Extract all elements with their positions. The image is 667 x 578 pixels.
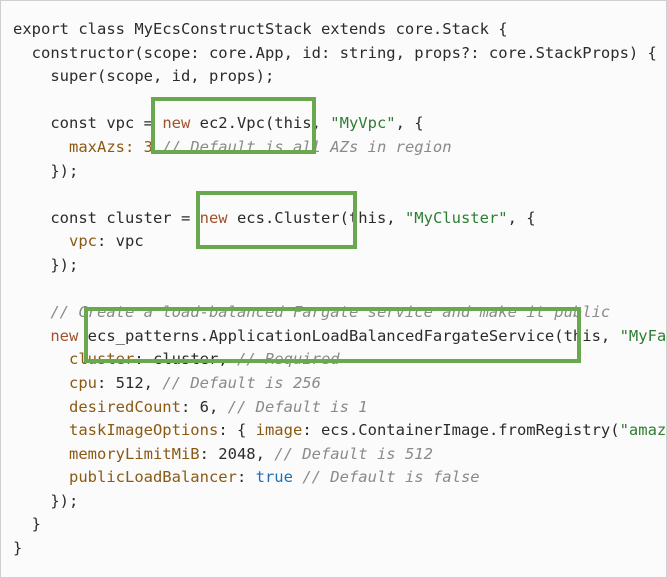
code-line: publicLoadBalancer: true // Default is f… bbox=[13, 466, 666, 490]
code-token: cpu bbox=[13, 373, 97, 392]
code-line: } bbox=[13, 537, 666, 561]
code-token: memoryLimitMiB bbox=[13, 444, 200, 463]
code-token: } bbox=[13, 515, 41, 534]
highlight-box-cluster bbox=[196, 191, 357, 249]
code-token: super(scope, id, props); bbox=[13, 67, 275, 86]
code-token: // Default is false bbox=[302, 468, 480, 487]
code-token: true bbox=[255, 468, 293, 487]
code-token: , { bbox=[395, 114, 424, 133]
code-token: : bbox=[236, 468, 256, 487]
code-line: const vpc = new ec2.Vpc(this, "MyVpc", { bbox=[13, 112, 666, 136]
code-token: "MyCluster" bbox=[404, 208, 508, 227]
code-token: "MyFargateService" bbox=[619, 326, 667, 345]
code-token: export class MyEcsConstructStack extends… bbox=[13, 20, 508, 38]
code-snippet-frame: export class MyEcsConstructStack extends… bbox=[0, 0, 667, 578]
code-token: : 2048, bbox=[199, 444, 275, 463]
code-token: "amazon/amazon-ecs-sample" bbox=[619, 421, 667, 440]
code-line: taskImageOptions: { image: ecs.Container… bbox=[13, 419, 666, 443]
code-line: desiredCount: 6, // Default is 1 bbox=[13, 396, 666, 420]
code-line: } bbox=[13, 513, 666, 537]
code-line: cpu: 512, // Default is 256 bbox=[13, 372, 666, 396]
code-token: // Default is 256 bbox=[162, 373, 321, 392]
code-token: desiredCount bbox=[13, 397, 181, 416]
code-token: , { bbox=[507, 208, 536, 227]
code-token: vpc bbox=[13, 232, 97, 251]
code-line: memoryLimitMiB: 2048, // Default is 512 bbox=[13, 443, 666, 467]
code-token: : 6, bbox=[180, 397, 228, 416]
code-token: const vpc = bbox=[13, 114, 163, 133]
code-line: }); bbox=[13, 254, 666, 278]
code-line: export class MyEcsConstructStack extends… bbox=[13, 18, 666, 42]
code-token: maxAzs: 3 bbox=[13, 137, 163, 156]
code-token: : ecs.ContainerImage.fromRegistry( bbox=[302, 421, 620, 440]
code-token: new bbox=[50, 326, 79, 345]
code-line: }); bbox=[13, 160, 666, 184]
code-token: } bbox=[13, 539, 23, 558]
code-token: taskImageOptions bbox=[13, 421, 219, 440]
code-line: maxAzs: 3 // Default is all AZs in regio… bbox=[13, 136, 666, 160]
code-token: : { bbox=[218, 421, 256, 440]
code-token: }); bbox=[13, 491, 79, 510]
code-token: : vpc bbox=[97, 232, 144, 251]
code-line: super(scope, id, props); bbox=[13, 65, 666, 89]
highlight-box-fargate-service bbox=[84, 307, 581, 363]
code-token: }); bbox=[13, 255, 79, 274]
code-token: publicLoadBalancer bbox=[13, 468, 237, 487]
code-token: image bbox=[255, 421, 303, 440]
code-token: constructor(scope: core.App, id: string,… bbox=[13, 43, 657, 62]
code-line: }); bbox=[13, 490, 666, 514]
code-token: // Default is 512 bbox=[274, 444, 433, 463]
code-token: : 512, bbox=[97, 373, 163, 392]
highlight-box-vpc bbox=[151, 97, 316, 154]
code-token: }); bbox=[13, 161, 79, 180]
code-token: "MyVpc" bbox=[330, 114, 396, 133]
code-line: constructor(scope: core.App, id: string,… bbox=[13, 42, 666, 66]
code-block: export class MyEcsConstructStack extends… bbox=[13, 18, 666, 561]
code-token: const cluster = bbox=[13, 208, 200, 227]
code-token: // Default is 1 bbox=[227, 397, 368, 416]
